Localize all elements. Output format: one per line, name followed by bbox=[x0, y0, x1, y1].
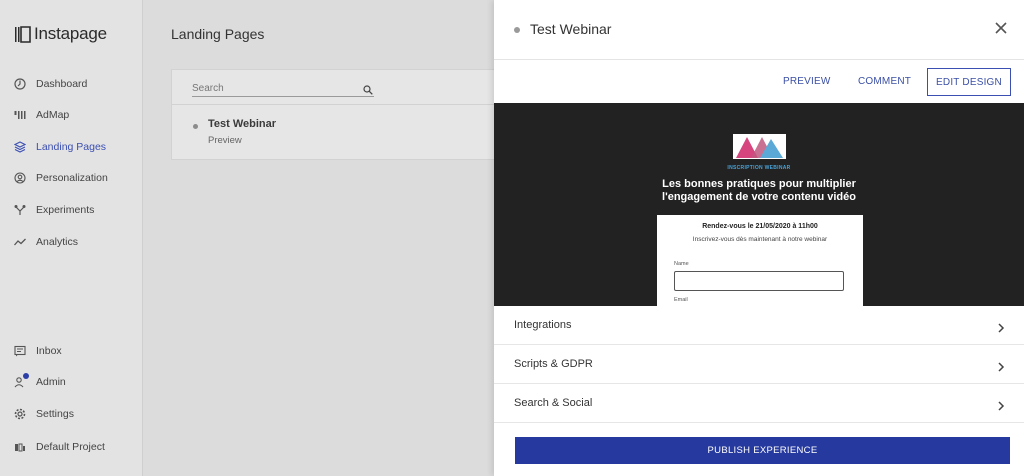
sidebar-item-admap[interactable]: AdMap bbox=[14, 109, 69, 121]
gear-icon bbox=[14, 408, 26, 420]
email-label: Email bbox=[674, 297, 688, 303]
edit-design-button[interactable]: EDIT DESIGN bbox=[927, 68, 1011, 96]
page-preview[interactable]: INSCRIPTION WEBINAR Les bonnes pratiques… bbox=[494, 103, 1024, 306]
analytics-icon bbox=[14, 236, 26, 248]
section-scripts-gdpr[interactable]: Scripts & GDPR bbox=[494, 345, 1024, 384]
sidebar-item-admin[interactable]: Admin bbox=[14, 373, 66, 388]
personalization-icon bbox=[14, 172, 26, 184]
preview-button[interactable]: PREVIEW bbox=[783, 76, 831, 87]
section-label: Scripts & GDPR bbox=[514, 358, 593, 370]
comment-button[interactable]: COMMENT bbox=[858, 76, 911, 87]
drawer-title: Test Webinar bbox=[530, 21, 612, 37]
project-icon bbox=[14, 441, 26, 453]
page-title: Landing Pages bbox=[171, 26, 265, 42]
sidebar-item-experiments[interactable]: Experiments bbox=[14, 204, 94, 216]
drawer-actions: PREVIEW COMMENT EDIT DESIGN bbox=[494, 61, 1024, 103]
name-label: Name bbox=[674, 261, 689, 267]
sidebar-item-label: Inbox bbox=[36, 345, 62, 357]
chevron-right-icon bbox=[997, 398, 1005, 411]
chevron-right-icon bbox=[997, 359, 1005, 372]
sidebar-item-label: Experiments bbox=[36, 204, 95, 216]
section-label: Search & Social bbox=[514, 397, 593, 409]
chevron-right-icon bbox=[997, 320, 1005, 333]
sidebar-item-label: Default Project bbox=[36, 441, 105, 453]
inbox-icon bbox=[14, 345, 26, 357]
name-field bbox=[674, 271, 844, 291]
preview-subtext: Inscrivez-vous dès maintenant à notre we… bbox=[692, 236, 828, 243]
section-label: Integrations bbox=[514, 319, 572, 331]
page-item-subtitle: Preview bbox=[208, 135, 242, 146]
preview-headline-line: Les bonnes pratiques pour multiplier bbox=[662, 178, 856, 190]
page-detail-drawer: Test Webinar PREVIEW COMMENT EDIT DESIGN… bbox=[494, 0, 1024, 476]
sidebar-item-label: Landing Pages bbox=[36, 141, 107, 153]
landing-pages-list: Test Webinar Preview bbox=[171, 69, 501, 160]
sidebar-item-dashboard[interactable]: Dashboard bbox=[14, 78, 87, 90]
status-dot bbox=[193, 124, 198, 129]
publish-experience-button[interactable]: PUBLISH EXPERIENCE bbox=[515, 437, 1010, 464]
sidebar-item-personalization[interactable]: Personalization bbox=[14, 172, 108, 184]
sidebar-item-default-project[interactable]: Default Project bbox=[14, 441, 105, 453]
sidebar-item-landing-pages[interactable]: Landing Pages bbox=[14, 141, 106, 153]
instapage-logo-icon bbox=[14, 25, 32, 43]
admap-icon bbox=[14, 109, 26, 121]
app-logo[interactable]: Instapage bbox=[14, 24, 107, 44]
webinar-logo bbox=[733, 134, 786, 159]
drawer-header: Test Webinar bbox=[494, 0, 1024, 60]
notification-badge bbox=[23, 373, 29, 379]
experiments-icon bbox=[14, 204, 26, 216]
section-integrations[interactable]: Integrations bbox=[494, 306, 1024, 345]
status-dot bbox=[514, 27, 520, 33]
sidebar-item-label: Analytics bbox=[36, 236, 79, 248]
sidebar-item-label: AdMap bbox=[36, 109, 70, 121]
page-item-title[interactable]: Test Webinar bbox=[208, 118, 276, 130]
sidebar-item-label: Admin bbox=[36, 376, 66, 388]
search-icon[interactable] bbox=[363, 82, 373, 95]
section-search-social[interactable]: Search & Social bbox=[494, 384, 1024, 423]
search-box bbox=[192, 78, 374, 98]
admin-icon bbox=[14, 373, 29, 388]
sidebar: Instapage Dashboard AdMap Landing Pages … bbox=[0, 0, 143, 476]
search-input[interactable] bbox=[192, 79, 352, 98]
layers-icon bbox=[14, 141, 26, 153]
sidebar-item-label: Dashboard bbox=[36, 78, 88, 90]
sidebar-item-inbox[interactable]: Inbox bbox=[14, 345, 62, 357]
app-name: Instapage bbox=[34, 24, 107, 43]
preview-date: Rendez-vous le 21/05/2020 à 11h00 bbox=[702, 223, 818, 230]
sidebar-item-label: Settings bbox=[36, 408, 74, 420]
sidebar-item-label: Personalization bbox=[36, 172, 108, 184]
preview-headline-line: l'engagement de votre contenu vidéo bbox=[662, 191, 856, 203]
close-icon[interactable] bbox=[994, 21, 1008, 35]
divider bbox=[172, 104, 500, 105]
preview-tag: INSCRIPTION WEBINAR bbox=[727, 165, 791, 171]
preview-headline: Les bonnes pratiques pour multiplier l'e… bbox=[494, 178, 1024, 204]
preview-form: Rendez-vous le 21/05/2020 à 11h00 Inscri… bbox=[657, 215, 863, 306]
sidebar-item-analytics[interactable]: Analytics bbox=[14, 236, 78, 248]
sidebar-item-settings[interactable]: Settings bbox=[14, 408, 74, 420]
dashboard-icon bbox=[14, 78, 26, 90]
